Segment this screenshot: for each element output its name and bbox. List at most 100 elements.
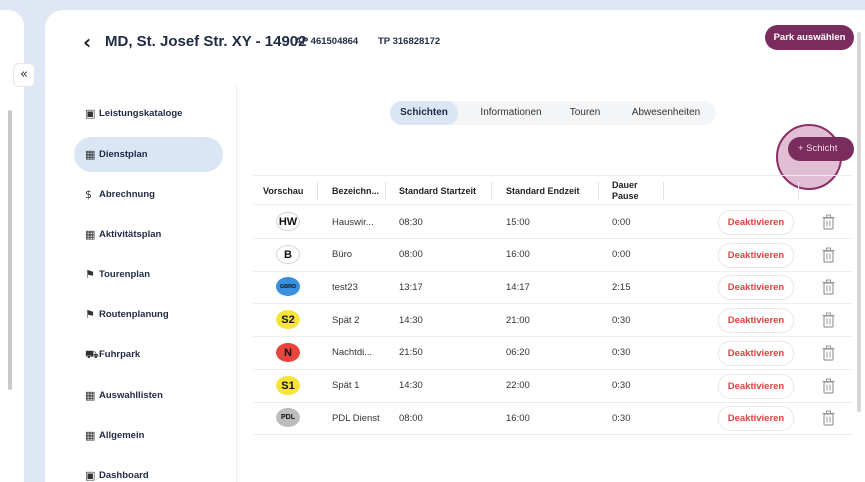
- ap-number: AP 461504864: [295, 36, 359, 47]
- cell-name: Spät 2: [332, 314, 360, 326]
- sidebar: ▣ Leistungskataloge ▦ Dienstplan $ Abrechnung…: [45, 85, 237, 482]
- sidebar-item-label: Routenplanung: [99, 309, 169, 320]
- trash-icon[interactable]: [821, 247, 836, 263]
- cell-end: 16:00: [506, 249, 530, 261]
- cell-start: 14:30: [399, 314, 423, 326]
- tab[interactable]: Touren: [561, 101, 609, 125]
- column-divider: [663, 182, 664, 200]
- column-header[interactable]: [798, 176, 853, 206]
- column-divider: [491, 182, 492, 200]
- panel-scrollbar[interactable]: [857, 32, 861, 412]
- cell-start: 14:30: [399, 380, 423, 391]
- sidebar-item-label: Fuhrpark: [99, 349, 141, 360]
- cell-end: 14:17: [506, 281, 530, 293]
- collapse-sidebar-button[interactable]: «: [13, 63, 35, 87]
- table-row[interactable]: PDL PDL Dienst 08:00 16:00 0:30 Deaktivieren: [253, 402, 853, 436]
- sidebar-item-label: Dashboard: [99, 470, 149, 481]
- table-row[interactable]: GBRD test23 13:17 14:17 2:15 Deaktivieren: [253, 271, 853, 305]
- flag-icon: ⚑: [85, 308, 95, 321]
- trash-icon[interactable]: [821, 378, 836, 394]
- sidebar-item-label: Abrechnung: [99, 189, 155, 200]
- deaktivieren-button[interactable]: Deaktivieren: [718, 275, 794, 301]
- cell-start: 08:00: [399, 249, 423, 261]
- deaktivieren-button[interactable]: Deaktivieren: [718, 406, 794, 432]
- sidebar-item[interactable]: ⛟ Fuhrpark: [74, 337, 223, 372]
- cell-start: 08:30: [399, 216, 423, 228]
- cell-start: 08:00: [399, 412, 423, 424]
- page-header: ‹ MD, St. Josef Str. XY - 14902 AP 46150…: [45, 10, 865, 70]
- cell-pause: 0:30: [612, 347, 631, 359]
- left-scrollbar[interactable]: [8, 110, 12, 390]
- deaktivieren-button[interactable]: Deaktivieren: [718, 242, 794, 268]
- trash-icon[interactable]: [821, 279, 836, 295]
- column-header[interactable]: Vorschau: [263, 176, 323, 206]
- cell-end: 21:00: [506, 314, 530, 326]
- column-divider: [798, 182, 799, 200]
- calendar-icon: ▦: [85, 429, 96, 442]
- tab[interactable]: Abwesenheiten: [616, 101, 716, 125]
- dashboard-icon: ▣: [85, 469, 96, 482]
- car-icon: ⛟: [85, 348, 99, 361]
- add-schicht-button[interactable]: + Schicht: [788, 137, 854, 161]
- sidebar-item[interactable]: ▦ Aktivitätsplan: [74, 217, 223, 252]
- trash-icon[interactable]: [821, 214, 836, 230]
- calendar-icon: ▦: [85, 148, 96, 161]
- column-header[interactable]: Dauer Pause: [612, 176, 657, 206]
- cell-name: PDL Dienst: [332, 412, 380, 424]
- trash-icon[interactable]: [821, 345, 836, 361]
- table-row[interactable]: N Nachtdi... 21:50 06:20 0:30 Deaktivieren: [253, 337, 853, 370]
- cell-pause: 0:00: [612, 249, 631, 261]
- trash-icon[interactable]: [821, 410, 836, 426]
- deaktivieren-button[interactable]: Deaktivieren: [718, 308, 794, 334]
- sidebar-item-label: Leistungskataloge: [99, 108, 183, 119]
- shift-badge: HW: [276, 212, 300, 231]
- cell-pause: 2:15: [612, 281, 631, 293]
- cell-end: 15:00: [506, 216, 530, 228]
- sidebar-item-label: Aktivitätsplan: [99, 229, 162, 240]
- sidebar-item[interactable]: ▦ Dienstplan: [74, 137, 223, 172]
- tab[interactable]: Informationen: [465, 101, 557, 125]
- table-row[interactable]: HW Hauswir... 08:30 15:00 0:00 Deaktivieren: [253, 206, 853, 239]
- sidebar-item-label: Auswahllisten: [99, 390, 163, 401]
- deaktivieren-button[interactable]: Deaktivieren: [718, 340, 794, 366]
- sidebar-item[interactable]: ⚑ Routenplanung: [74, 297, 223, 332]
- calendar-icon: ▦: [85, 228, 96, 241]
- tp-number: TP 316828172: [378, 36, 441, 47]
- sidebar-item[interactable]: ▣ Leistungskataloge: [74, 96, 223, 131]
- tab[interactable]: Schichten: [390, 101, 458, 125]
- table-row[interactable]: S2 Spät 2 14:30 21:00 0:30 Deaktivieren: [253, 304, 853, 338]
- deaktivieren-button[interactable]: Deaktivieren: [718, 210, 794, 235]
- column-header[interactable]: Bezeichn...: [332, 176, 387, 206]
- sidebar-item[interactable]: ⚑ Tourenplan: [74, 257, 223, 292]
- cell-name: Nachtdi...: [332, 347, 373, 359]
- page-title: MD, St. Josef Str. XY - 14902: [105, 33, 307, 50]
- sidebar-item[interactable]: ▦ Allgemein: [74, 418, 223, 453]
- column-divider: [317, 182, 318, 200]
- deaktivieren-button[interactable]: Deaktivieren: [718, 373, 794, 399]
- sidebar-item[interactable]: ▣ Dashboard: [74, 458, 223, 482]
- shift-badge: GBRD: [276, 277, 300, 297]
- dollar-icon: $: [85, 188, 92, 201]
- calendar-icon: ▦: [85, 389, 96, 402]
- cell-start: 13:17: [399, 281, 423, 293]
- sidebar-item-label: Allgemein: [99, 430, 145, 441]
- table-header: Vorschau Bezeichn... Standard Startzeit Sta…: [253, 175, 853, 205]
- column-header[interactable]: Standard Startzeit: [399, 176, 499, 206]
- sidebar-item[interactable]: ▦ Auswahllisten: [74, 378, 223, 413]
- chevron-left-icon[interactable]: ‹: [83, 30, 91, 54]
- cell-pause: 0:00: [612, 216, 631, 228]
- cell-name: Büro: [332, 249, 353, 261]
- column-header[interactable]: [663, 176, 798, 206]
- main-panel: ‹ MD, St. Josef Str. XY - 14902 AP 46150…: [45, 10, 865, 482]
- trash-icon[interactable]: [821, 312, 836, 328]
- park-auswaehlen-button[interactable]: Park auswählen: [765, 25, 854, 50]
- cell-end: 06:20: [506, 347, 530, 359]
- table-row[interactable]: B Büro 08:00 16:00 0:00 Deaktivieren: [253, 239, 853, 272]
- table-row[interactable]: S1 Spät 1 14:30 22:00 0:30 Deaktivieren: [253, 370, 853, 403]
- shift-badge: S2: [276, 310, 300, 330]
- cell-name: Hauswir...: [332, 216, 374, 228]
- column-header[interactable]: Standard Endzeit: [506, 176, 601, 206]
- shift-badge: PDL: [276, 408, 300, 428]
- sidebar-item[interactable]: $ Abrechnung: [74, 177, 223, 212]
- shift-badge: B: [276, 244, 300, 264]
